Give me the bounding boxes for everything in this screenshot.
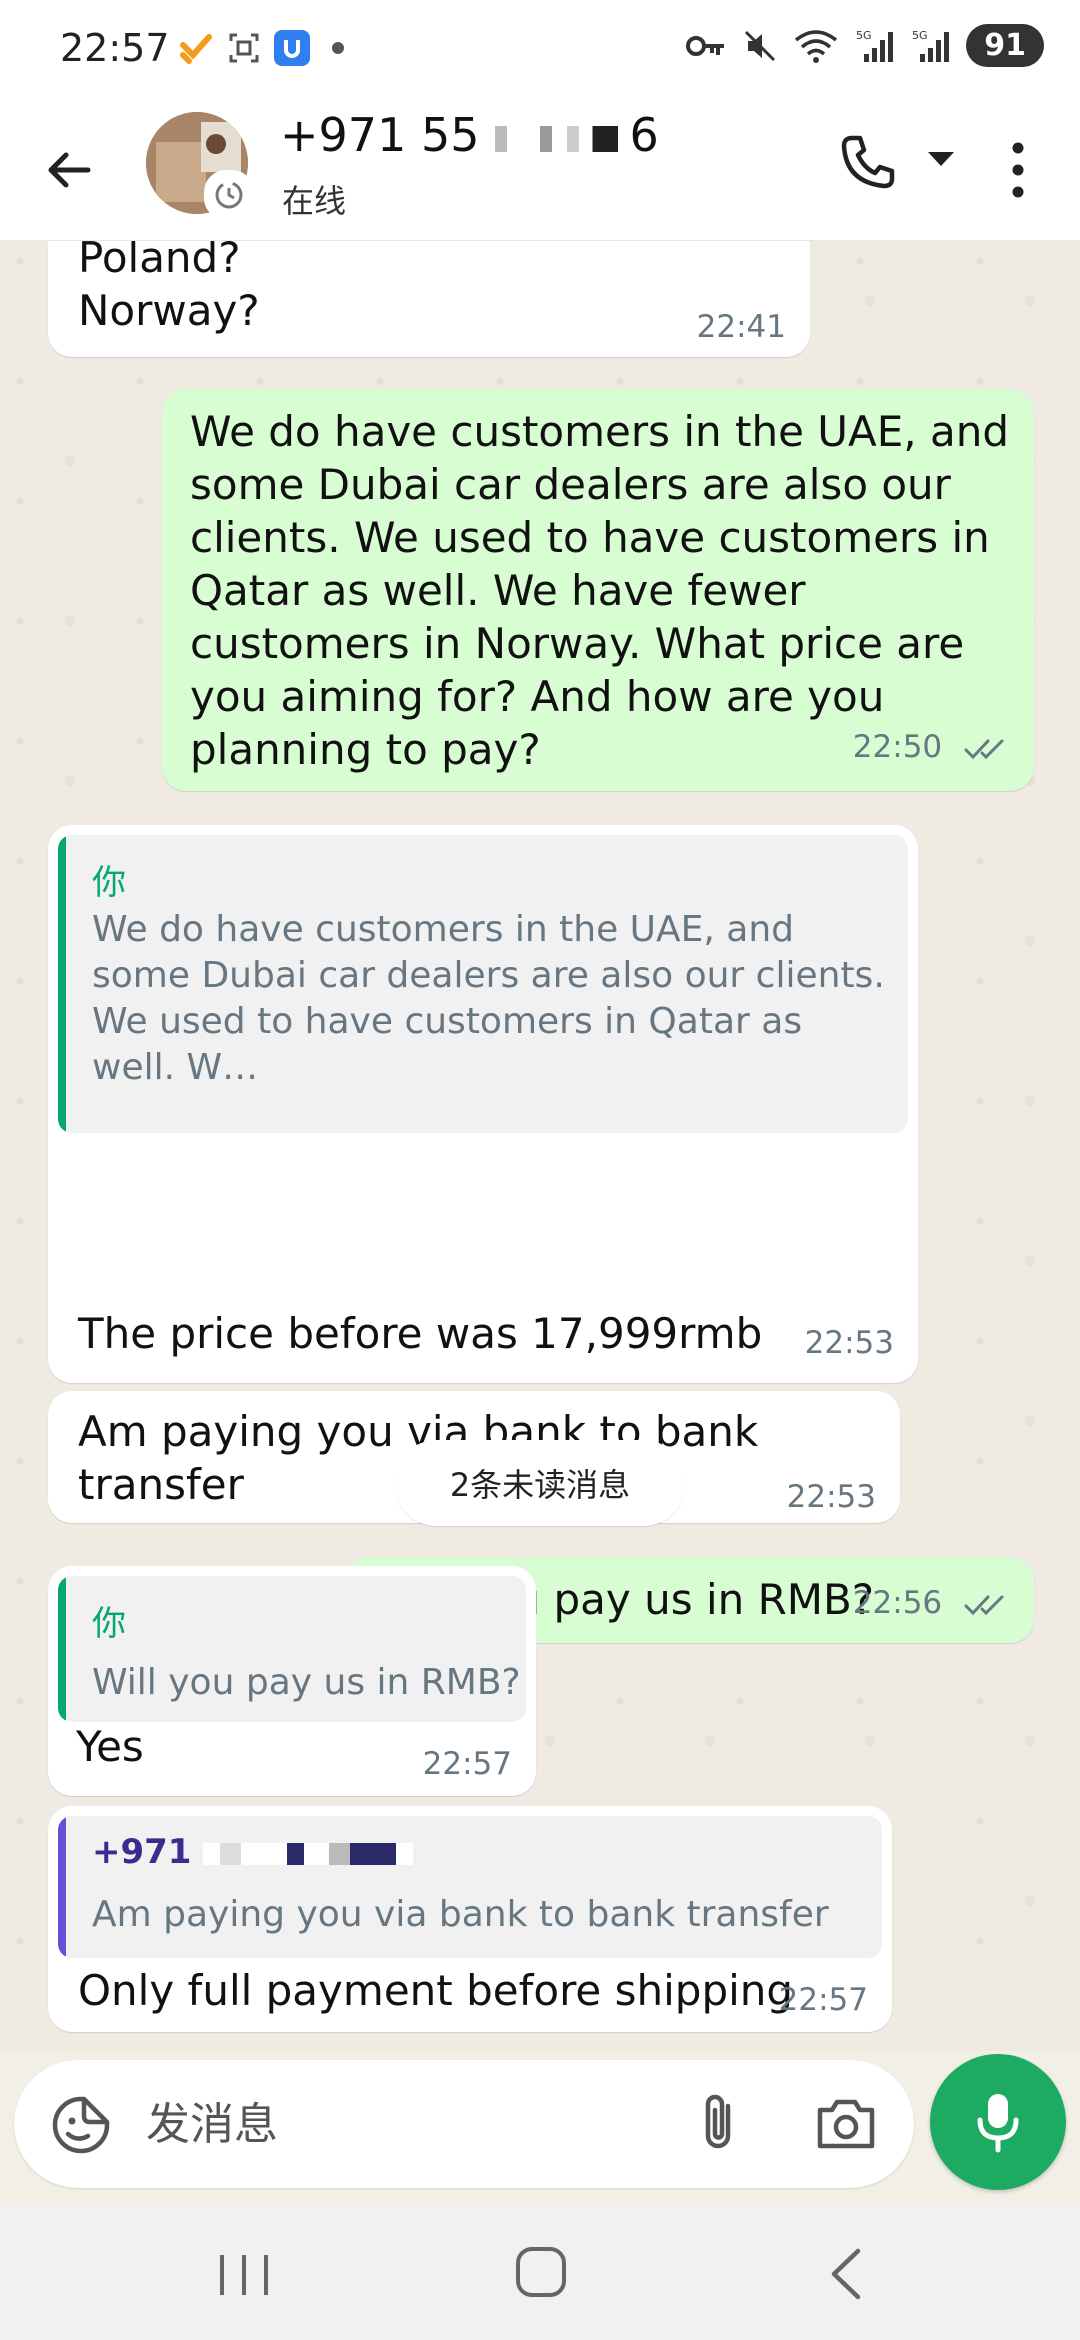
read-receipt-icon (964, 739, 1004, 759)
message-input[interactable] (144, 2090, 668, 2158)
message-bubble-incoming[interactable]: 你 We do have customers in the UAE, and s… (48, 825, 918, 1383)
svg-text:5G: 5G (856, 29, 872, 42)
redaction-mask (479, 125, 630, 152)
camera-icon[interactable] (814, 2094, 878, 2154)
redaction-mask (203, 1842, 414, 1865)
message-time: 22:57 (422, 1746, 512, 1782)
quote-author: +971 (92, 1832, 414, 1872)
message-time: 22:56 (852, 1585, 943, 1621)
contact-name-suffix: 6 (629, 108, 659, 162)
sticker-emoji-icon[interactable] (50, 2094, 112, 2156)
key-icon (686, 35, 725, 56)
quote-bar (58, 835, 66, 1133)
signal-5g-icon: 5G (856, 29, 894, 62)
quote-text: Will you pay us in RMB? (92, 1662, 521, 1703)
disappearing-timer-icon (204, 170, 254, 220)
message-time: 22:53 (804, 1325, 894, 1361)
app-notification-icon (178, 30, 214, 66)
call-options-dropdown-icon[interactable] (928, 152, 954, 166)
message-time: 22:53 (786, 1479, 876, 1515)
more-options-icon[interactable] (1006, 138, 1030, 202)
message-time-row: 22:50 (853, 729, 1010, 765)
message-time: 22:50 (852, 729, 943, 765)
vpn-shield-icon (274, 30, 310, 66)
notification-dot (332, 42, 344, 54)
status-bar: 22:57 5G 5G 91 (0, 0, 1080, 100)
message-bubble-incoming[interactable]: +971 Am paying you via bank to bank tran… (48, 1806, 892, 2032)
phone-call-icon[interactable] (838, 132, 898, 192)
message-composer (14, 2060, 914, 2188)
quoted-message[interactable]: 你 Will you pay us in RMB? (58, 1576, 526, 1722)
message-bubble-outgoing[interactable]: We do have customers in the UAE, and som… (162, 389, 1034, 791)
message-text: Norway? (78, 286, 260, 335)
message-bubble-incoming[interactable]: 你 Will you pay us in RMB? Yes 22:57 (48, 1566, 536, 1796)
screenshot-icon (226, 30, 262, 66)
read-receipt-icon (964, 1595, 1004, 1615)
message-bubble-incoming[interactable]: Poland? Norway? 22:41 (48, 241, 810, 357)
microphone-icon (977, 2094, 1019, 2153)
message-time-row: 22:56 (853, 1585, 1010, 1621)
attachment-paperclip-icon[interactable] (690, 2092, 750, 2156)
svg-text:5G: 5G (912, 29, 928, 42)
signal-5g-icon: 5G (912, 29, 950, 62)
contact-name[interactable]: +971 55 6 (280, 108, 659, 162)
status-time: 22:57 (60, 26, 170, 70)
message-text: Only full payment before shipping (78, 1966, 794, 2015)
quote-bar (58, 1816, 66, 1958)
chat-header: +971 55 6 在线 (0, 100, 1080, 241)
back-arrow-icon[interactable] (40, 140, 100, 200)
voice-message-button[interactable] (930, 2054, 1066, 2190)
system-navigation-bar (0, 2205, 1080, 2340)
unread-messages-divider: 2条未读消息 (394, 1440, 686, 1526)
quote-text: We do have customers in the UAE, and som… (92, 909, 885, 1088)
quote-text: Am paying you via bank to bank transfer (92, 1894, 829, 1935)
quote-author-number: +971 (92, 1832, 192, 1872)
message-time: 22:57 (778, 1982, 868, 2018)
quoted-message[interactable]: 你 We do have customers in the UAE, and s… (58, 835, 908, 1133)
quote-author: 你 (92, 863, 126, 903)
wifi-icon (795, 29, 838, 63)
home-icon[interactable] (516, 2247, 566, 2297)
contact-status: 在线 (282, 182, 347, 220)
message-text: Poland? (78, 241, 241, 282)
message-text: We do have customers in the UAE, and som… (190, 407, 1010, 774)
message-text: The price before was 17,999rmb (78, 1309, 763, 1358)
quote-author: 你 (92, 1604, 126, 1644)
contact-name-prefix: +971 55 (280, 108, 480, 162)
message-text: Yes (76, 1722, 144, 1771)
battery-indicator: 91 (966, 24, 1044, 67)
quoted-message[interactable]: +971 Am paying you via bank to bank tran… (58, 1816, 882, 1958)
recent-apps-icon[interactable] (214, 2253, 274, 2297)
status-right-icons: 5G 5G 91 (686, 24, 1044, 67)
mute-icon (745, 30, 776, 61)
message-time: 22:41 (696, 309, 786, 345)
status-left-icons (178, 30, 344, 66)
quote-bar (58, 1576, 66, 1722)
back-nav-icon[interactable] (826, 2247, 866, 2301)
